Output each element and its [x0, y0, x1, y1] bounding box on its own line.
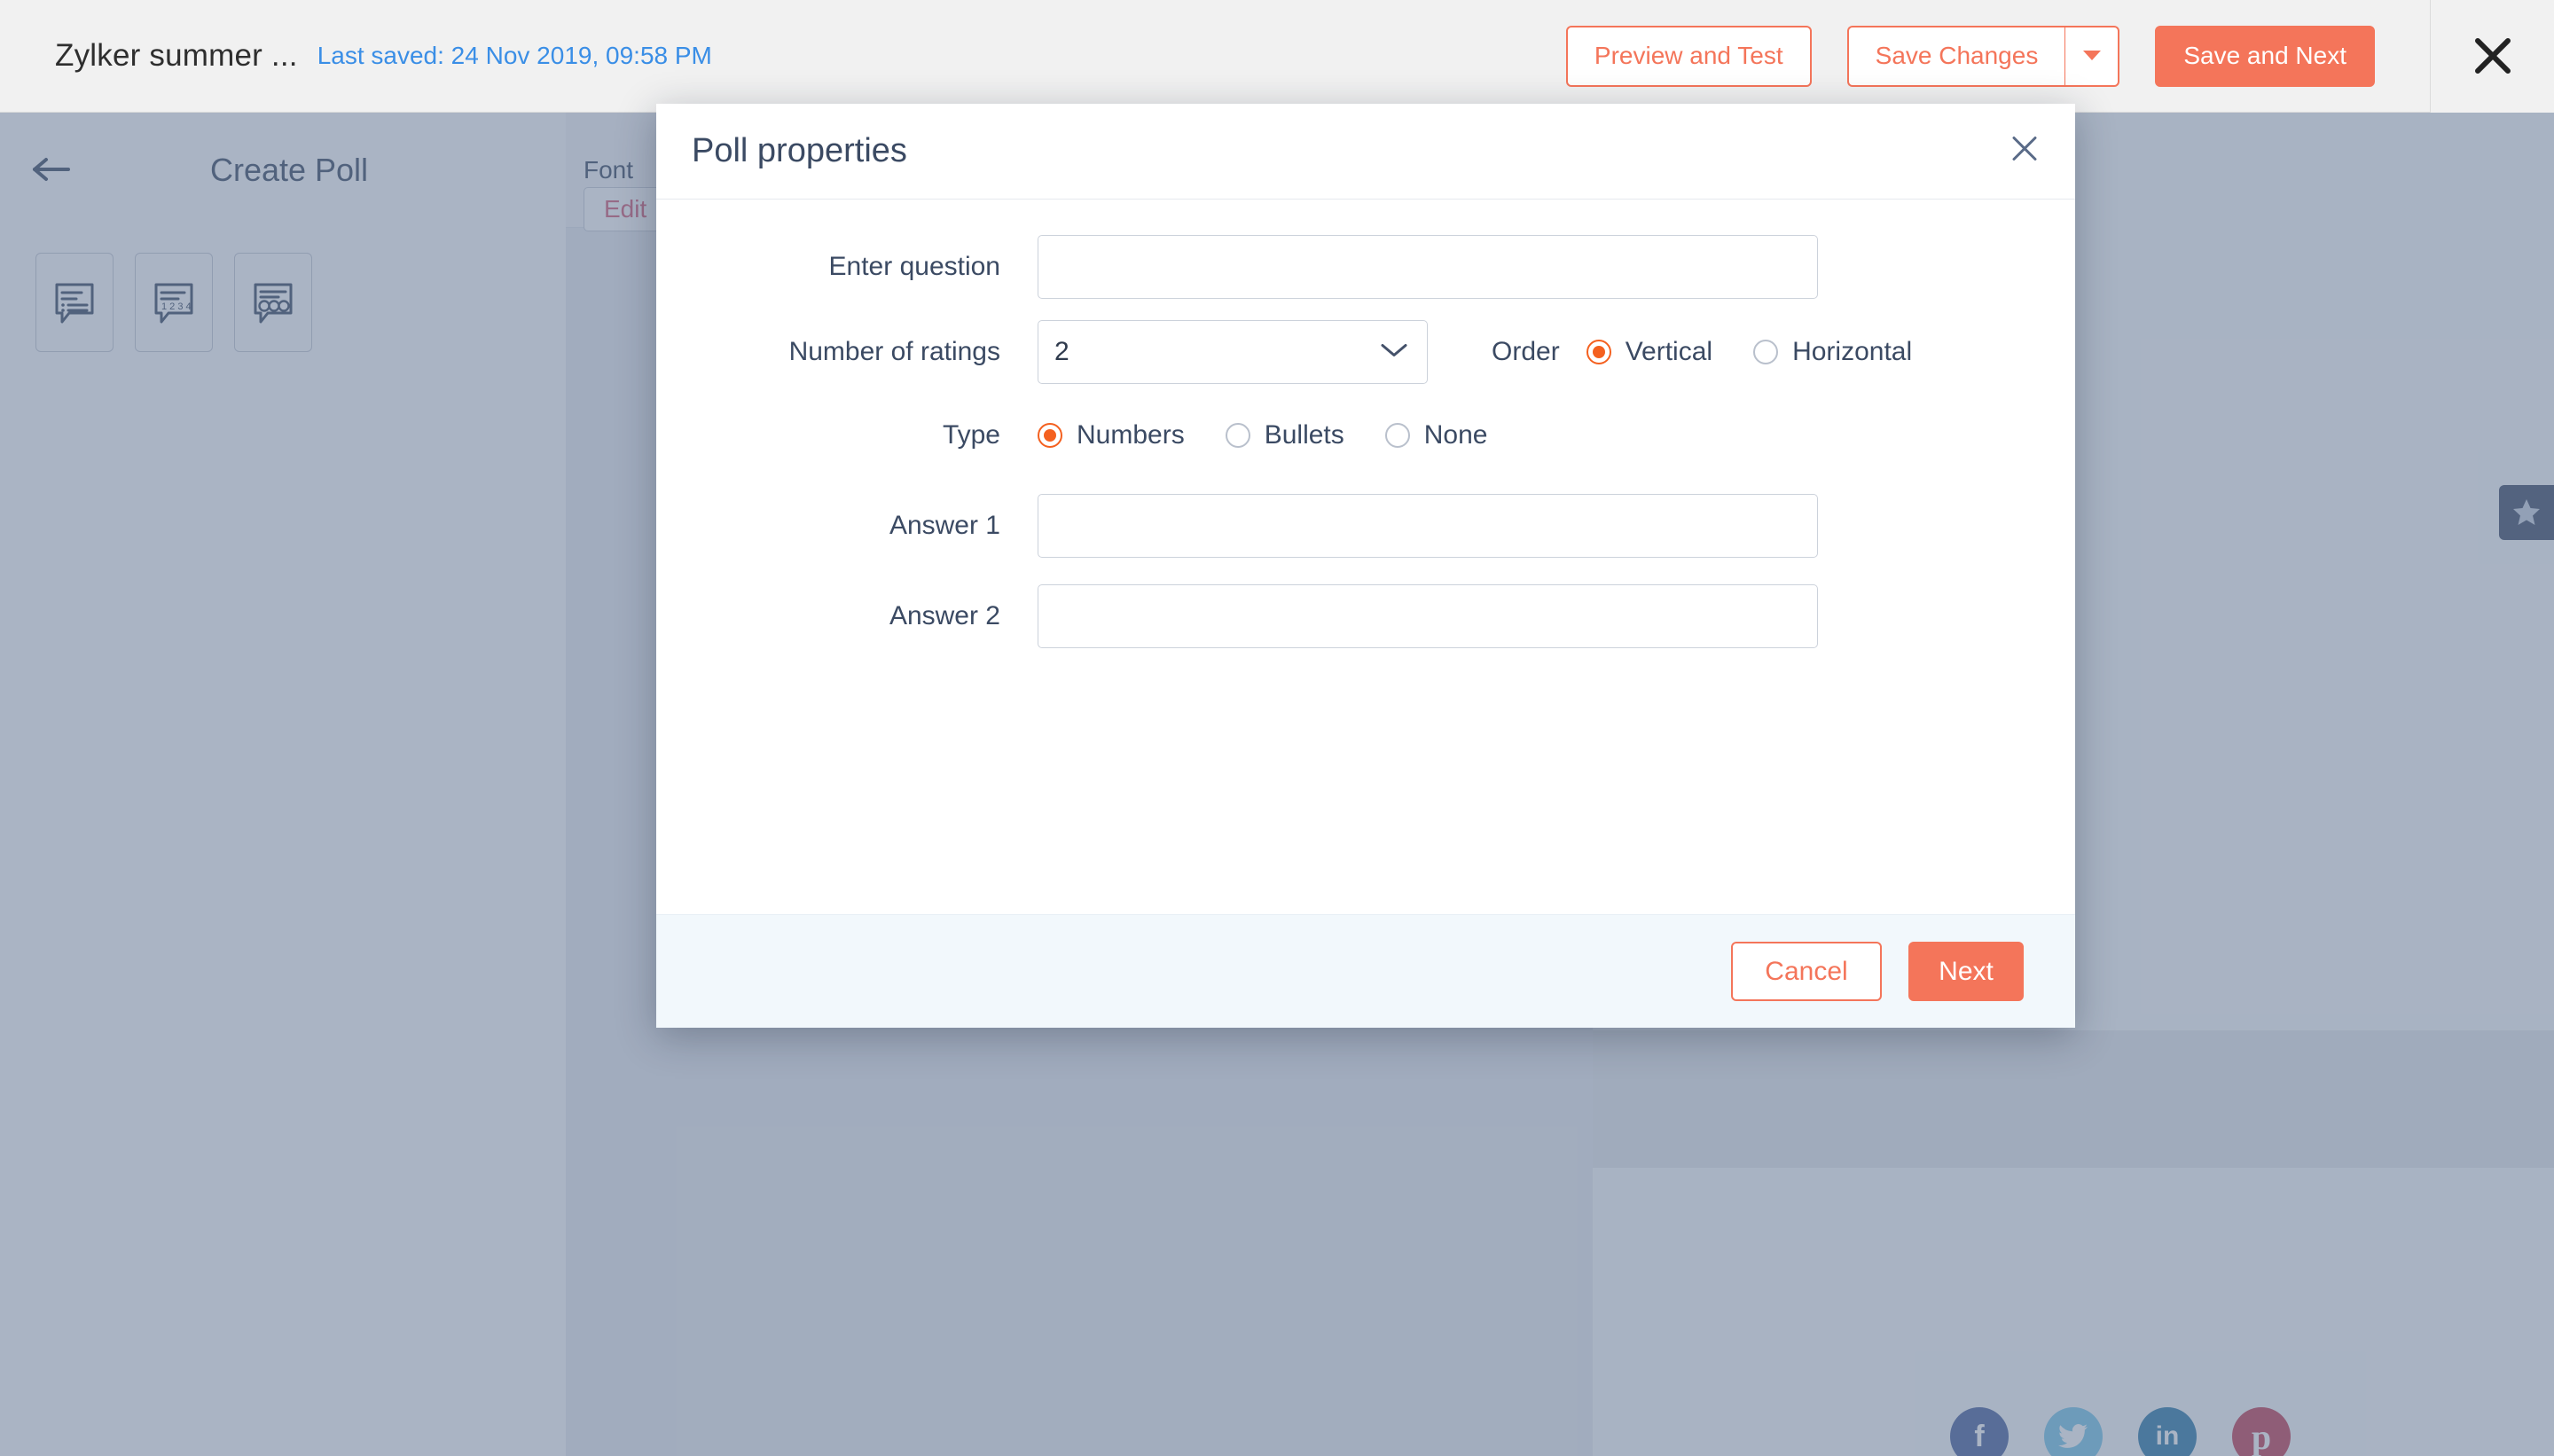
- ratings-select[interactable]: 2: [1038, 320, 1428, 384]
- radio-unselected-icon: [1385, 423, 1410, 448]
- svg-text:1 2 3 4: 1 2 3 4: [161, 301, 192, 312]
- top-bar-actions: Preview and Test Save Changes Save and N…: [1566, 0, 2554, 113]
- type-radio-numbers-label: Numbers: [1077, 420, 1185, 450]
- star-icon[interactable]: [2499, 485, 2554, 540]
- answer-1-row: Answer 1: [656, 494, 2075, 558]
- save-and-next-button[interactable]: Save and Next: [2155, 26, 2375, 87]
- order-radio-horizontal-label: Horizontal: [1792, 337, 1912, 367]
- dialog-body: Enter question Number of ratings 2 Order…: [656, 200, 2075, 914]
- ratings-label: Number of ratings: [656, 320, 1038, 384]
- type-label: Type: [656, 403, 1038, 467]
- save-changes-split-button: Save Changes: [1847, 26, 2120, 87]
- sidebar-header: Create Poll: [0, 113, 566, 228]
- create-poll-sidebar: Create Poll 1 2 3 4: [0, 113, 566, 1456]
- document-title: Zylker summer ...: [55, 38, 298, 74]
- poll-template-numbers-card[interactable]: 1 2 3 4: [135, 253, 213, 352]
- order-radio-horizontal[interactable]: Horizontal: [1753, 337, 1912, 367]
- ratings-select-wrap: 2: [1038, 320, 1428, 384]
- canvas-content-band: [1593, 1030, 2554, 1168]
- top-bar: Zylker summer ... Last saved: 24 Nov 201…: [0, 0, 2554, 113]
- font-label[interactable]: Font: [584, 156, 633, 184]
- type-radio-none-label: None: [1424, 420, 1488, 450]
- type-radio-numbers[interactable]: Numbers: [1038, 420, 1185, 450]
- arrow-left-icon[interactable]: [31, 151, 72, 190]
- type-radio-bullets-label: Bullets: [1265, 420, 1344, 450]
- order-radio-vertical[interactable]: Vertical: [1586, 337, 1712, 367]
- order-group: Order Vertical Horizontal: [1492, 320, 1953, 384]
- type-row: Type Numbers Bullets None: [656, 403, 2075, 467]
- radio-unselected-icon: [1226, 423, 1250, 448]
- question-label: Enter question: [656, 235, 1038, 299]
- order-label: Order: [1492, 337, 1560, 367]
- ratings-row: Number of ratings 2 Order Vertical Horiz…: [656, 320, 2075, 384]
- question-row: Enter question: [656, 235, 2075, 299]
- twitter-icon[interactable]: [2044, 1407, 2103, 1456]
- answer-2-label: Answer 2: [656, 584, 1038, 648]
- poll-template-list: 1 2 3 4: [0, 228, 566, 352]
- social-links-row: f in p: [1593, 1407, 2554, 1456]
- facebook-icon[interactable]: f: [1950, 1407, 2009, 1456]
- answer-2-row: Answer 2: [656, 584, 2075, 648]
- last-saved-status: Last saved: 24 Nov 2019, 09:58 PM: [317, 42, 712, 70]
- radio-selected-icon: [1038, 423, 1062, 448]
- next-button[interactable]: Next: [1908, 942, 2024, 1001]
- pinterest-icon[interactable]: p: [2232, 1407, 2291, 1456]
- dialog-header: Poll properties: [656, 104, 2075, 200]
- close-icon[interactable]: [2010, 133, 2040, 169]
- type-radio-group: Numbers Bullets None: [1038, 403, 1528, 467]
- preview-and-test-button[interactable]: Preview and Test: [1566, 26, 1812, 87]
- edit-chip[interactable]: Edit: [584, 187, 667, 231]
- cancel-button[interactable]: Cancel: [1731, 942, 1882, 1001]
- answer-1-input[interactable]: [1038, 494, 1818, 558]
- question-input[interactable]: [1038, 235, 1818, 299]
- dialog-footer: Cancel Next: [656, 914, 2075, 1028]
- close-icon[interactable]: [2430, 0, 2554, 113]
- type-radio-bullets[interactable]: Bullets: [1226, 420, 1344, 450]
- answer-2-input[interactable]: [1038, 584, 1818, 648]
- radio-unselected-icon: [1753, 340, 1778, 364]
- answer-1-label: Answer 1: [656, 494, 1038, 558]
- linkedin-icon[interactable]: in: [2138, 1407, 2197, 1456]
- radio-selected-icon: [1586, 340, 1611, 364]
- chevron-down-icon[interactable]: [2064, 26, 2119, 87]
- type-radio-none[interactable]: None: [1385, 420, 1488, 450]
- poll-properties-dialog: Poll properties Enter question Number of…: [656, 104, 2075, 1028]
- poll-template-smiley-card[interactable]: [234, 253, 312, 352]
- sidebar-title: Create Poll: [0, 152, 566, 189]
- poll-template-list-card[interactable]: [35, 253, 114, 352]
- order-radio-vertical-label: Vertical: [1626, 337, 1712, 367]
- dialog-title: Poll properties: [692, 132, 907, 170]
- save-changes-button[interactable]: Save Changes: [1847, 26, 2065, 87]
